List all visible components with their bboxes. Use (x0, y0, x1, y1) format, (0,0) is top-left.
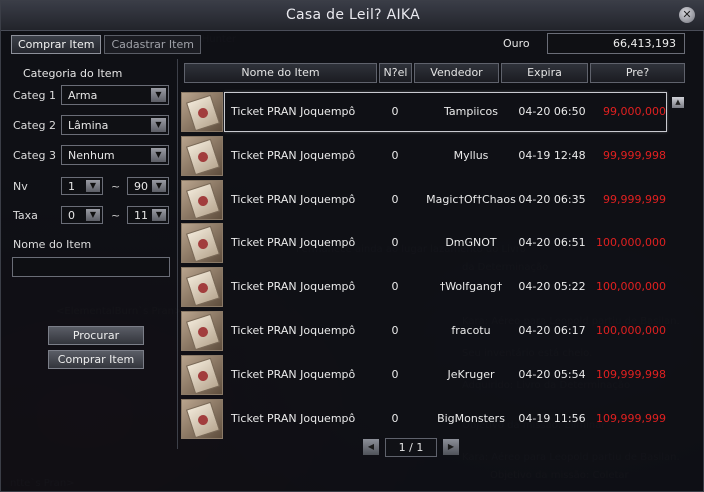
tab-register-item[interactable]: Cadastrar Item (104, 35, 201, 54)
table-row[interactable]: Ticket PRAN Joquempô 0 BigMonsters 04-19… (180, 398, 670, 441)
tax-label: Taxa (13, 209, 38, 222)
ticket-icon[interactable] (181, 136, 223, 176)
chevron-down-icon[interactable]: ▼ (151, 88, 166, 102)
cell-price: 99,999,999 (603, 193, 666, 206)
chevron-down-icon[interactable]: ▼ (151, 118, 166, 132)
cell-item-name: Ticket PRAN Joquempô (231, 280, 356, 293)
item-name-label: Nome do Item (13, 238, 92, 251)
ticket-icon[interactable] (181, 355, 223, 395)
cell-price: 99,000,000 (603, 105, 666, 118)
tab-bar: Comprar Item Cadastrar Item (11, 35, 201, 54)
categ1-value: Arma (68, 89, 98, 102)
close-icon[interactable]: ✕ (679, 7, 695, 23)
auction-house-window: Casa de Leil? AIKA ✕ Comprar Item Cadast… (0, 0, 704, 492)
tax-max-value: 11 (134, 209, 148, 222)
cell-item-name: Ticket PRAN Joquempô (231, 412, 356, 425)
gold-amount: 66,413,193 (613, 37, 676, 50)
ticket-icon[interactable] (181, 180, 223, 220)
ticket-icon[interactable] (181, 311, 223, 351)
column-header-expires[interactable]: Expira (501, 63, 588, 83)
categ2-label: Categ 2 (13, 119, 56, 132)
chevron-down-icon[interactable]: ▼ (86, 209, 100, 221)
table-row[interactable]: Ticket PRAN Joquempô 0 †Wolfgang† 04-20 … (180, 266, 670, 309)
tax-min-value: 0 (68, 209, 75, 222)
cell-level: 0 (391, 324, 399, 337)
level-max-value: 90 (134, 180, 148, 193)
categ1-select[interactable]: Arma ▼ (61, 85, 169, 105)
window-title: Casa de Leil? AIKA (285, 7, 421, 23)
gold-label: Ouro (503, 37, 530, 50)
cell-item-name: Ticket PRAN Joquempô (231, 368, 356, 381)
categ2-value: Lâmina (68, 119, 109, 132)
page-indicator: 1 / 1 (385, 438, 437, 457)
column-header-seller[interactable]: Vendedor (414, 63, 499, 83)
cell-price: 99,999,998 (603, 149, 666, 162)
category-heading: Categoria do Item (23, 67, 123, 80)
table-row[interactable]: Ticket PRAN Joquempô 0 DmGNOT 04-20 06:5… (180, 222, 670, 265)
level-label: Nv (13, 180, 28, 193)
cell-price: 100,000,000 (596, 236, 666, 249)
pagination: ◀ 1 / 1 ▶ (363, 438, 459, 457)
ticket-icon[interactable] (181, 92, 223, 132)
cell-level: 0 (391, 236, 399, 249)
cell-level: 0 (391, 149, 399, 162)
triangle-right-icon[interactable]: ▶ (443, 439, 459, 455)
cell-item-name: Ticket PRAN Joquempô (231, 324, 356, 337)
cell-price: 100,000,000 (596, 324, 666, 337)
cell-price: 109,999,999 (596, 412, 666, 425)
cell-level: 0 (391, 280, 399, 293)
chevron-down-icon[interactable]: ▼ (152, 209, 166, 221)
search-button[interactable]: Procurar (48, 326, 144, 345)
ticket-icon[interactable] (181, 223, 223, 263)
table-row[interactable]: Ticket PRAN Joquempô 0 Myllus 04-19 12:4… (180, 135, 670, 178)
cell-level: 0 (391, 105, 399, 118)
cell-level: 0 (391, 412, 399, 425)
tab-buy-item[interactable]: Comprar Item (11, 35, 102, 54)
tax-range-separator: ~ (111, 209, 121, 222)
categ3-label: Categ 3 (13, 149, 56, 162)
cell-item-name: Ticket PRAN Joquempô (231, 193, 356, 206)
ticket-icon[interactable] (181, 399, 223, 439)
tax-min-select[interactable]: 0 ▼ (61, 206, 103, 224)
cell-level: 0 (391, 368, 399, 381)
item-name-input[interactable] (12, 257, 170, 277)
triangle-up-icon[interactable]: ▲ (672, 97, 684, 108)
table-row[interactable]: Ticket PRAN Joquempô 0 Magic†Of†Chaos 04… (180, 179, 670, 222)
cell-price: 100,000,000 (596, 280, 666, 293)
gold-amount-box: 66,413,193 (547, 33, 685, 54)
column-header-price[interactable]: Pre? (590, 63, 685, 83)
level-min-select[interactable]: 1 ▼ (61, 177, 103, 195)
categ3-value: Nenhum (68, 149, 115, 162)
cell-level: 0 (391, 193, 399, 206)
table-row[interactable]: Ticket PRAN Joquempô 0 Tampiicos 04-20 0… (180, 91, 670, 134)
categ1-label: Categ 1 (13, 89, 56, 102)
buy-item-button[interactable]: Comprar Item (48, 350, 144, 369)
chevron-down-icon[interactable]: ▼ (86, 180, 100, 192)
title-bar[interactable]: Casa de Leil? AIKA ✕ (1, 1, 704, 31)
cell-item-name: Ticket PRAN Joquempô (231, 105, 356, 118)
column-header-level[interactable]: N?el (379, 63, 412, 83)
cell-price: 109,999,998 (596, 368, 666, 381)
table-row[interactable]: Ticket PRAN Joquempô 0 JeKruger 04-20 05… (180, 354, 670, 397)
level-max-select[interactable]: 90 ▼ (127, 177, 169, 195)
tax-max-select[interactable]: 11 ▼ (127, 206, 169, 224)
chevron-down-icon[interactable]: ▼ (152, 180, 166, 192)
level-range-separator: ~ (111, 180, 121, 193)
column-header-item-name[interactable]: Nome do Item (184, 63, 377, 83)
categ2-select[interactable]: Lâmina ▼ (61, 115, 169, 135)
panel-divider (177, 59, 178, 449)
triangle-left-icon[interactable]: ◀ (363, 439, 379, 455)
level-min-value: 1 (68, 180, 75, 193)
ticket-icon[interactable] (181, 267, 223, 307)
cell-item-name: Ticket PRAN Joquempô (231, 236, 356, 249)
cell-item-name: Ticket PRAN Joquempô (231, 149, 356, 162)
chevron-down-icon[interactable]: ▼ (151, 148, 166, 162)
categ3-select[interactable]: Nenhum ▼ (61, 145, 169, 165)
table-row[interactable]: Ticket PRAN Joquempô 0 fracotu 04-20 06:… (180, 310, 670, 353)
